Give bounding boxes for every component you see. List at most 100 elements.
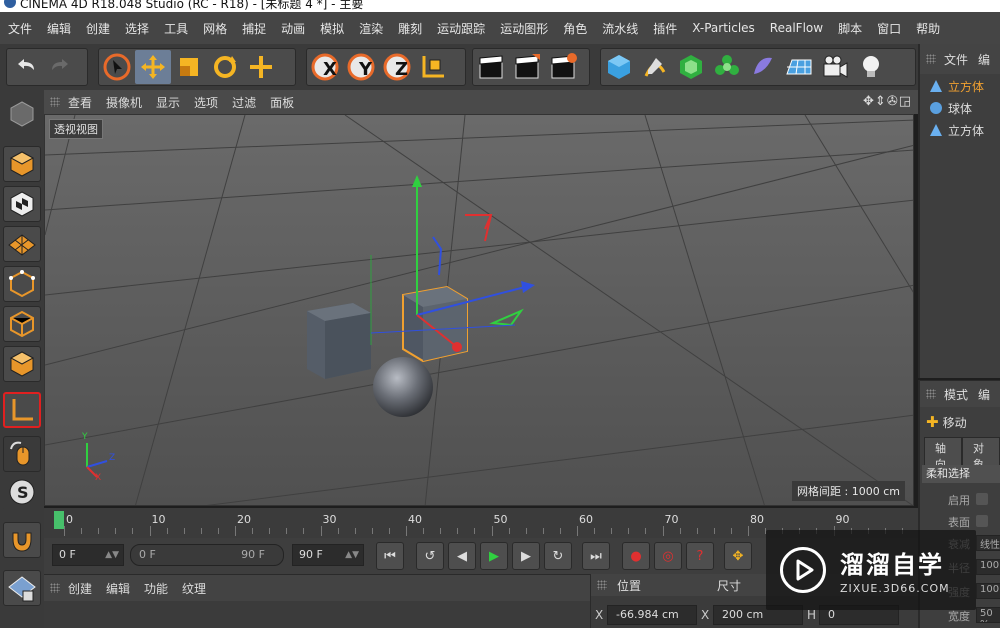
viewport-menu-filter[interactable]: 过滤 [232, 94, 256, 111]
viewport-nav-icons[interactable]: ✥⇕✇◲ [863, 94, 912, 109]
live-select-button[interactable] [99, 50, 135, 84]
menu-mesh[interactable]: 网格 [203, 20, 227, 37]
scale-tool-button[interactable] [171, 50, 207, 84]
workplane-mode-button[interactable] [3, 226, 41, 262]
x-axis-lock-button[interactable] [307, 50, 343, 84]
menu-sculpt[interactable]: 雕刻 [398, 20, 422, 37]
object-row-cube[interactable]: 立方体 [928, 120, 984, 140]
record-position-button[interactable]: ✥ [724, 542, 752, 570]
add-spline-button[interactable] [637, 50, 673, 84]
previous-key-button[interactable]: ↺ [416, 542, 444, 570]
render-settings-button[interactable] [545, 50, 581, 84]
texture-mode-button[interactable] [3, 186, 41, 222]
menu-pipeline[interactable]: 流水线 [602, 20, 638, 37]
start-frame-field[interactable]: 0 F ▲▼ [52, 544, 124, 566]
play-button[interactable]: ▶ [480, 542, 508, 570]
cube-object-left[interactable] [307, 303, 371, 379]
go-to-end-button[interactable]: ⏭ [582, 542, 610, 570]
menu-window[interactable]: 窗口 [877, 20, 901, 37]
redo-button[interactable] [43, 50, 79, 84]
polygons-mode-button[interactable] [3, 346, 41, 382]
material-menu-edit[interactable]: 编辑 [106, 580, 130, 597]
attribute-menu-mode[interactable]: 模式 [944, 386, 968, 403]
surface-checkbox[interactable] [976, 515, 988, 527]
menu-render[interactable]: 渲染 [359, 20, 383, 37]
tweak-mode-button[interactable] [3, 436, 41, 472]
menu-script[interactable]: 脚本 [838, 20, 862, 37]
menu-tools[interactable]: 工具 [164, 20, 188, 37]
enable-axis-button[interactable] [3, 392, 41, 428]
object-row-sphere[interactable]: 球体 [928, 98, 972, 118]
x-position-field[interactable]: -66.984 cm [607, 605, 697, 625]
add-mograph-button[interactable] [709, 50, 745, 84]
add-light-button[interactable] [853, 50, 889, 84]
radius-field[interactable]: 100 [976, 559, 1000, 575]
add-cube-button[interactable] [601, 50, 637, 84]
soft-selection-section[interactable]: 柔和选择 [922, 465, 1000, 483]
coordinate-system-button[interactable] [415, 50, 451, 84]
perspective-viewport[interactable]: Y Z X 透视视图 网格间距 : 1000 cm [44, 114, 914, 506]
object-row-cube-selected[interactable]: 立方体 [928, 76, 984, 96]
width-field[interactable]: 50 % [976, 607, 1000, 623]
menu-motion-tracking[interactable]: 运动跟踪 [437, 20, 485, 37]
move-tool-button[interactable] [135, 50, 171, 84]
menu-select[interactable]: 选择 [125, 20, 149, 37]
menu-file[interactable]: 文件 [8, 20, 32, 37]
make-editable-button[interactable] [3, 96, 41, 132]
auto-keying-button[interactable]: ◎ [654, 542, 682, 570]
viewport-menu-view[interactable]: 查看 [68, 94, 92, 111]
render-view-button[interactable] [473, 50, 509, 84]
previous-frame-button[interactable]: ◀ [448, 542, 476, 570]
last-tool-button[interactable] [243, 50, 279, 84]
material-menu-function[interactable]: 功能 [144, 580, 168, 597]
menu-character[interactable]: 角色 [563, 20, 587, 37]
end-frame-field[interactable]: 90 F ▲▼ [292, 544, 364, 566]
viewport-menu-panel[interactable]: 面板 [270, 94, 294, 111]
menu-help[interactable]: 帮助 [916, 20, 940, 37]
frame-range-slider[interactable]: 0 F 90 F [130, 544, 284, 566]
enable-checkbox[interactable] [976, 493, 988, 505]
timeline-tick-mark [98, 528, 100, 534]
material-menu-texture[interactable]: 纹理 [182, 580, 206, 597]
edges-mode-button[interactable] [3, 306, 41, 342]
add-deformer-button[interactable] [745, 50, 781, 84]
add-camera-button[interactable] [817, 50, 853, 84]
object-menu-file[interactable]: 文件 [944, 51, 968, 68]
viewport-menu-options[interactable]: 选项 [194, 94, 218, 111]
viewport-menu-display[interactable]: 显示 [156, 94, 180, 111]
menu-x-particles[interactable]: X-Particles [692, 21, 755, 35]
menu-simulate[interactable]: 模拟 [320, 20, 344, 37]
solo-button[interactable]: S [3, 474, 41, 510]
z-axis-lock-button[interactable] [379, 50, 415, 84]
menu-create[interactable]: 创建 [86, 20, 110, 37]
keyframe-selection-button[interactable]: ? [686, 542, 714, 570]
strength-field[interactable]: 100 [976, 583, 1000, 599]
panel-grip-icon [926, 389, 936, 399]
menu-plugins[interactable]: 插件 [653, 20, 677, 37]
rotate-tool-button[interactable] [207, 50, 243, 84]
menu-animate[interactable]: 动画 [281, 20, 305, 37]
menu-edit[interactable]: 编辑 [47, 20, 71, 37]
menu-mograph[interactable]: 运动图形 [500, 20, 548, 37]
object-menu-edit[interactable]: 编 [978, 51, 990, 68]
add-nurbs-button[interactable] [673, 50, 709, 84]
material-menu-create[interactable]: 创建 [68, 580, 92, 597]
viewport-menu-cameras[interactable]: 摄像机 [106, 94, 142, 111]
go-to-start-button[interactable]: ⏮ [376, 542, 404, 570]
record-keys-button[interactable]: ● [622, 542, 650, 570]
points-mode-button[interactable] [3, 266, 41, 302]
workplane-lock-button[interactable] [3, 570, 41, 606]
next-frame-button[interactable]: ▶ [512, 542, 540, 570]
next-key-button[interactable]: ↻ [544, 542, 572, 570]
snap-button[interactable] [3, 522, 41, 558]
menu-realflow[interactable]: RealFlow [770, 21, 823, 35]
add-environment-button[interactable] [781, 50, 817, 84]
render-to-picture-viewer-button[interactable] [509, 50, 545, 84]
undo-button[interactable] [7, 50, 43, 84]
attribute-menu-edit[interactable]: 编 [978, 386, 990, 403]
y-axis-lock-button[interactable] [343, 50, 379, 84]
falloff-dropdown[interactable]: 线性 [976, 535, 1000, 551]
model-mode-button[interactable] [3, 146, 41, 182]
menu-snap[interactable]: 捕捉 [242, 20, 266, 37]
sphere-object[interactable] [373, 357, 433, 417]
